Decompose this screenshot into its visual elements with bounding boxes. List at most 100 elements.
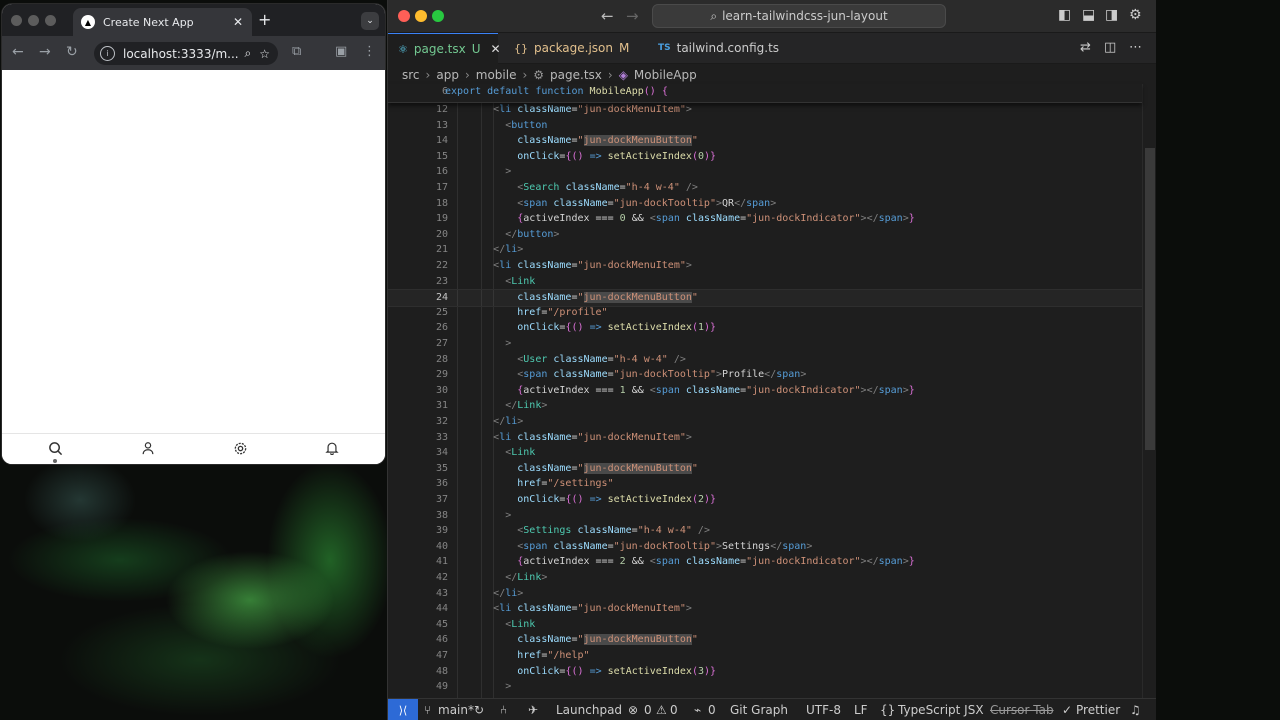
launchpad-label[interactable]: Launchpad (556, 703, 622, 717)
open-changes-icon[interactable]: ⇄ (1080, 40, 1091, 55)
encoding-label[interactable]: UTF-8 (806, 703, 841, 717)
warning-icon[interactable]: ⚠ (656, 703, 667, 717)
toggle-primary-sidebar-icon[interactable]: ◧ (1058, 7, 1071, 23)
code-line[interactable]: 47 href="/help" (388, 648, 1142, 664)
tab-search-chevron-icon[interactable]: ⌄ (361, 12, 379, 30)
git-graph-icon[interactable]: ⑃ (500, 703, 507, 717)
language-mode[interactable]: TypeScript JSX (898, 703, 984, 717)
split-editor-icon[interactable]: ◫ (1104, 40, 1116, 55)
settings-gear-icon[interactable]: ⚙ (1129, 7, 1142, 23)
prettier-label[interactable]: Prettier (1076, 703, 1120, 717)
code-line[interactable]: 43 </li> (388, 586, 1142, 602)
breadcrumb-item[interactable]: app (436, 68, 459, 82)
forward-arrow-icon[interactable]: → (39, 44, 51, 60)
zoom-window-button[interactable] (45, 15, 56, 26)
code-line[interactable]: 31 </Link> (388, 398, 1142, 414)
problems-count[interactable]: 0 (644, 703, 652, 717)
branch-name[interactable]: main* (438, 703, 474, 717)
code-line[interactable]: 20 </button> (388, 227, 1142, 243)
code-line[interactable]: 35 className="jun-dockMenuButton" (388, 461, 1142, 477)
code-line[interactable]: 48 onClick={() => setActiveIndex(3)} (388, 664, 1142, 680)
breadcrumb-item[interactable]: mobile (476, 68, 517, 82)
code-line[interactable]: 45 <Link (388, 617, 1142, 633)
code-line[interactable]: 40 <span className="jun-dockTooltip">Set… (388, 539, 1142, 555)
rocket-icon[interactable]: ✈ (528, 703, 538, 717)
reload-icon[interactable]: ↻ (66, 44, 78, 60)
back-arrow-icon[interactable]: ← (12, 44, 24, 60)
minimize-window-button[interactable] (415, 10, 427, 22)
forward-arrow-icon[interactable]: → (626, 7, 639, 25)
sync-icon[interactable]: ↻ (474, 703, 484, 717)
zoom-window-button[interactable] (432, 10, 444, 22)
code-line[interactable]: 38 > (388, 508, 1142, 524)
back-arrow-icon[interactable]: ← (601, 7, 614, 25)
code-line[interactable]: 49 > (388, 679, 1142, 695)
scrollbar-thumb[interactable] (1145, 148, 1155, 450)
code-line[interactable]: 29 <span className="jun-dockTooltip">Pro… (388, 367, 1142, 383)
error-icon[interactable]: ⊗ (628, 703, 638, 717)
code-line[interactable]: 39 <Settings className="h-4 w-4" /> (388, 523, 1142, 539)
eol-label[interactable]: LF (854, 703, 868, 717)
cursor-tab-label[interactable]: Cursor Tab (990, 703, 1054, 717)
close-window-button[interactable] (398, 10, 410, 22)
code-line[interactable]: 37 onClick={() => setActiveIndex(2)} (388, 492, 1142, 508)
code-line[interactable]: 41 {activeIndex === 2 && <span className… (388, 554, 1142, 570)
bookmark-star-icon[interactable]: ☆ (259, 47, 270, 61)
code-line[interactable]: 28 <User className="h-4 w-4" /> (388, 352, 1142, 368)
address-bar[interactable]: i localhost:3333/m... ⌕ ☆ (94, 42, 278, 65)
more-actions-icon[interactable]: ⋯ (1129, 40, 1142, 55)
toggle-panel-icon[interactable]: ⬓ (1082, 7, 1095, 23)
code-line[interactable]: 34 <Link (388, 445, 1142, 461)
close-tab-icon[interactable]: ✕ (233, 15, 243, 29)
notifications-bell-icon[interactable]: ♫ (1130, 703, 1141, 717)
extension-app-icon[interactable]: ▣ (335, 44, 347, 59)
code-line[interactable]: 33 <li className="jun-dockMenuItem"> (388, 430, 1142, 446)
code-line[interactable]: 18 <span className="jun-dockTooltip">QR<… (388, 196, 1142, 212)
tab-package-json[interactable]: {} package.json M (504, 33, 634, 63)
remote-indicator-icon[interactable]: ⟩⟨ (388, 699, 418, 720)
extensions-icon[interactable]: ⧉ (292, 44, 301, 59)
code-line[interactable]: 42 </Link> (388, 570, 1142, 586)
code-line[interactable]: 17 <Search className="h-4 w-4" /> (388, 180, 1142, 196)
info-icon[interactable]: i (100, 46, 115, 61)
code-line[interactable]: 15 onClick={() => setActiveIndex(0)} (388, 149, 1142, 165)
sticky-scroll-header[interactable]: 6 export default function MobileApp() { (388, 84, 1142, 103)
code-line[interactable]: 36 href="/settings" (388, 476, 1142, 492)
code-line[interactable]: 14 className="jun-dockMenuButton" (388, 133, 1142, 149)
breadcrumb-item[interactable]: MobileApp (634, 68, 697, 82)
dock-search-button[interactable] (45, 438, 65, 463)
zoom-icon[interactable]: ⌕ (245, 46, 252, 61)
ports-icon[interactable]: ⌁ (694, 703, 701, 717)
editor-scrollbar[interactable] (1142, 84, 1156, 698)
command-center[interactable]: ⌕ learn-tailwindcss-jun-layout (652, 4, 946, 28)
code-line[interactable]: 23 <Link (388, 274, 1142, 290)
code-editor[interactable]: 6 export default function MobileApp() { … (388, 84, 1156, 698)
warnings-count[interactable]: 0 (670, 703, 678, 717)
branch-icon[interactable]: ⑂ (424, 703, 431, 717)
breadcrumb-item[interactable]: src (402, 68, 420, 82)
code-line[interactable]: 44 <li className="jun-dockMenuItem"> (388, 601, 1142, 617)
minimize-window-button[interactable] (28, 15, 39, 26)
git-graph-label[interactable]: Git Graph (730, 703, 788, 717)
code-line[interactable]: 22 <li className="jun-dockMenuItem"> (388, 258, 1142, 274)
code-line[interactable]: 46 className="jun-dockMenuButton" (388, 632, 1142, 648)
dock-profile-button[interactable] (138, 438, 158, 458)
close-window-button[interactable] (11, 15, 22, 26)
browser-menu-icon[interactable]: ⋮ (363, 44, 376, 59)
address-url[interactable]: localhost:3333/m... (123, 47, 245, 61)
browser-tab[interactable]: ▲ Create Next App ✕ (73, 8, 252, 36)
code-line[interactable]: 27 > (388, 336, 1142, 352)
tab-page-tsx[interactable]: ⚛ page.tsx U ✕ (388, 33, 501, 64)
code-line[interactable]: 16 > (388, 164, 1142, 180)
ports-count[interactable]: 0 (708, 703, 716, 717)
code-line[interactable]: 30 {activeIndex === 1 && <span className… (388, 383, 1142, 399)
dock-settings-button[interactable] (230, 438, 250, 458)
code-line[interactable]: 32 </li> (388, 414, 1142, 430)
breadcrumb-item[interactable]: page.tsx (550, 68, 602, 82)
toggle-secondary-sidebar-icon[interactable]: ◨ (1105, 7, 1118, 23)
dock-notifications-button[interactable] (322, 438, 342, 458)
code-line[interactable]: 19 {activeIndex === 0 && <span className… (388, 211, 1142, 227)
code-line[interactable]: 12 <li className="jun-dockMenuItem"> (388, 102, 1142, 118)
code-line[interactable]: 21 </li> (388, 242, 1142, 258)
code-line[interactable]: 13 <button (388, 118, 1142, 134)
